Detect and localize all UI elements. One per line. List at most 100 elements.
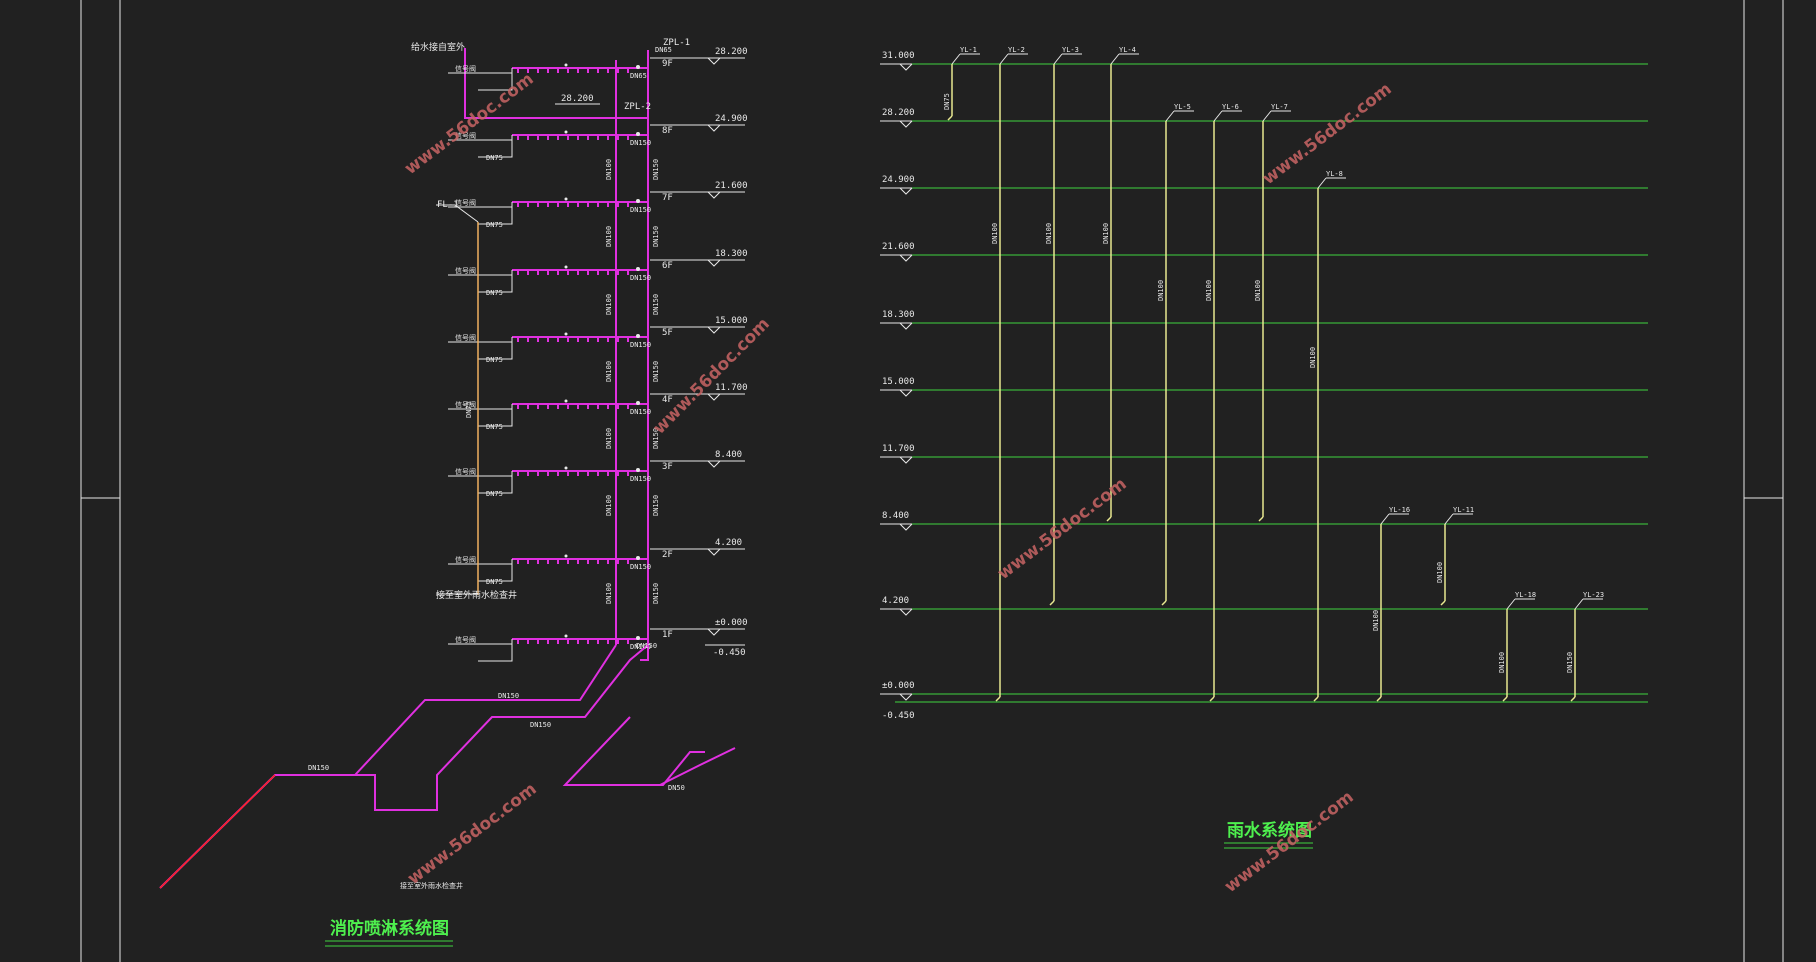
cad-drawing: 信号阀 DN65 信号阀 DN150 DN100 DN150 DN75 信号阀 DN150 DN1… <box>80 0 1784 962</box>
rain-pipe-size: DN100 <box>1102 223 1110 244</box>
rain-pipe-size: DN100 <box>1157 280 1165 301</box>
valve-icon <box>636 199 640 203</box>
pipe-label-dn150: DN150 <box>652 361 660 382</box>
rain-pipe-size: DN100 <box>1372 610 1380 631</box>
rain-pipe-label: YL-11 <box>1453 506 1474 514</box>
rain-level-label: ±0.000 <box>882 681 915 691</box>
pipe-label-dn75: DN75 <box>486 490 503 498</box>
floor-tag: 5F <box>662 328 673 338</box>
rain-pipe-label: YL-8 <box>1326 170 1343 178</box>
floor-tag: 8F <box>662 126 673 136</box>
svg-text:接至室外雨水检查井: 接至室外雨水检查井 <box>436 589 517 601</box>
floor-level: 8.400 <box>715 450 742 460</box>
fl-label: FL-1 <box>437 200 459 210</box>
watermark: www.56doc.com <box>994 474 1131 584</box>
valve-icon <box>636 267 640 271</box>
rain-pipe-label: YL-7 <box>1271 103 1288 111</box>
rain-pipe-size: DN150 <box>1566 652 1574 673</box>
pipe-label-dn75: DN75 <box>486 154 503 162</box>
valve-icon <box>564 466 568 470</box>
fixture-label: 信号阀 <box>455 555 476 564</box>
pipe-label-dn75: DN75 <box>486 221 503 229</box>
pipe-label-dn150: DN150 <box>652 294 660 315</box>
rain-pipe-label: YL-18 <box>1515 591 1536 599</box>
floor-level: ±0.000 <box>715 618 748 628</box>
floor-tag: 3F <box>662 462 673 472</box>
valve-icon <box>636 65 640 69</box>
rain-pipe-label: YL-6 <box>1222 103 1239 111</box>
pipe-label-dn150: DN65 <box>630 72 647 80</box>
pipe-label-dn150: DN150 <box>630 563 651 571</box>
svg-text:接至室外雨水检查井: 接至室外雨水检查井 <box>400 881 463 890</box>
rain-pipe-size: DN100 <box>1205 280 1213 301</box>
floor-tag: 6F <box>662 261 673 271</box>
valve-icon <box>564 265 568 269</box>
rain-pipe-size: DN100 <box>1309 347 1317 368</box>
floor-level: 24.900 <box>715 114 748 124</box>
fixture-label: 信号阀 <box>455 467 476 476</box>
rain-level-label: 24.900 <box>882 175 915 185</box>
pipe-label-dn75: DN75 <box>486 578 503 586</box>
fixture-label: 信号阀 <box>455 64 476 73</box>
sprinkler-title: 消防喷淋系统图 <box>330 918 449 939</box>
pipe-label-dn100: DN100 <box>605 226 613 247</box>
floor-level: 18.300 <box>715 249 748 259</box>
rain-pipe-label: YL-16 <box>1389 506 1410 514</box>
floor-level: 28.200 <box>715 47 748 57</box>
pipe-label-dn150: DN150 <box>630 206 651 214</box>
pipe-label-dn100: DN100 <box>605 159 613 180</box>
inlet-pipe <box>159 774 276 889</box>
valve-icon <box>564 554 568 558</box>
rain-pipe-size: DN100 <box>991 223 999 244</box>
floor-level: 4.200 <box>715 538 742 548</box>
floor-level: 15.000 <box>715 316 748 326</box>
pipe-label-dn100: DN100 <box>605 428 613 449</box>
valve-icon <box>636 556 640 560</box>
rain-level-label: 21.600 <box>882 242 915 252</box>
fixture-label: 信号阀 <box>455 635 476 644</box>
rain-pipe-label: YL-23 <box>1583 591 1604 599</box>
pipe-label-dn150-d: DN150 <box>636 642 657 650</box>
rain-pipe-label: YL-3 <box>1062 46 1079 54</box>
valve-icon <box>564 399 568 403</box>
pipe-label-dn150-a: DN150 <box>498 692 519 700</box>
pipe-label-dn150: DN150 <box>630 408 651 416</box>
valve-icon <box>636 401 640 405</box>
watermark: www.56doc.com <box>1221 787 1358 897</box>
rain-pipe-size: DN100 <box>1254 280 1262 301</box>
rain-basement-level: -0.450 <box>882 711 915 721</box>
pipe-label-dn100: DN100 <box>605 361 613 382</box>
pipe-label-dn100: DN100 <box>605 294 613 315</box>
pipe-label-dn150-b: DN150 <box>530 721 551 729</box>
rain-level-label: 8.400 <box>882 511 909 521</box>
fixture-label: 信号阀 <box>455 333 476 342</box>
sprinkler-system-diagram: 信号阀 DN65 信号阀 DN150 DN100 DN150 DN75 信号阀 DN150 DN1… <box>159 38 748 947</box>
svg-text:给水接自室外: 给水接自室外 <box>411 41 465 53</box>
pipe-label-dn65: DN65 <box>655 46 672 54</box>
rain-pipe-label: YL-1 <box>960 46 977 54</box>
pipe-label-dn75-riser: DN75 <box>465 401 473 418</box>
pipe-label-dn150: DN150 <box>630 139 651 147</box>
rain-pipe-size: DN100 <box>1436 562 1444 583</box>
pipe-label-dn150: DN150 <box>630 475 651 483</box>
valve-icon <box>636 468 640 472</box>
valve-icon <box>564 634 568 638</box>
watermark: www.56doc.com <box>404 779 541 889</box>
watermark: www.56doc.com <box>401 69 538 179</box>
rain-pipe-size: DN75 <box>943 93 951 110</box>
valve-icon <box>636 334 640 338</box>
sprinkler-basement-level: -0.450 <box>713 648 746 658</box>
pipe-label-dn150-c: DN150 <box>308 764 329 772</box>
pipe-label-dn100: DN100 <box>605 495 613 516</box>
pipe-label-dn150: DN150 <box>652 159 660 180</box>
drawing-frame <box>80 0 1784 962</box>
rain-level-label: 4.200 <box>882 596 909 606</box>
rain-pipe-label: YL-5 <box>1174 103 1191 111</box>
riser-label-zpl2: ZPL-2 <box>624 102 651 112</box>
pipe-label-dn150: DN150 <box>652 226 660 247</box>
floor-level: 21.600 <box>715 181 748 191</box>
pipe-label-dn150: DN150 <box>630 341 651 349</box>
pipe-label-dn150: DN150 <box>652 583 660 604</box>
rain-pipe-label: YL-2 <box>1008 46 1025 54</box>
rain-level-label: 28.200 <box>882 108 915 118</box>
